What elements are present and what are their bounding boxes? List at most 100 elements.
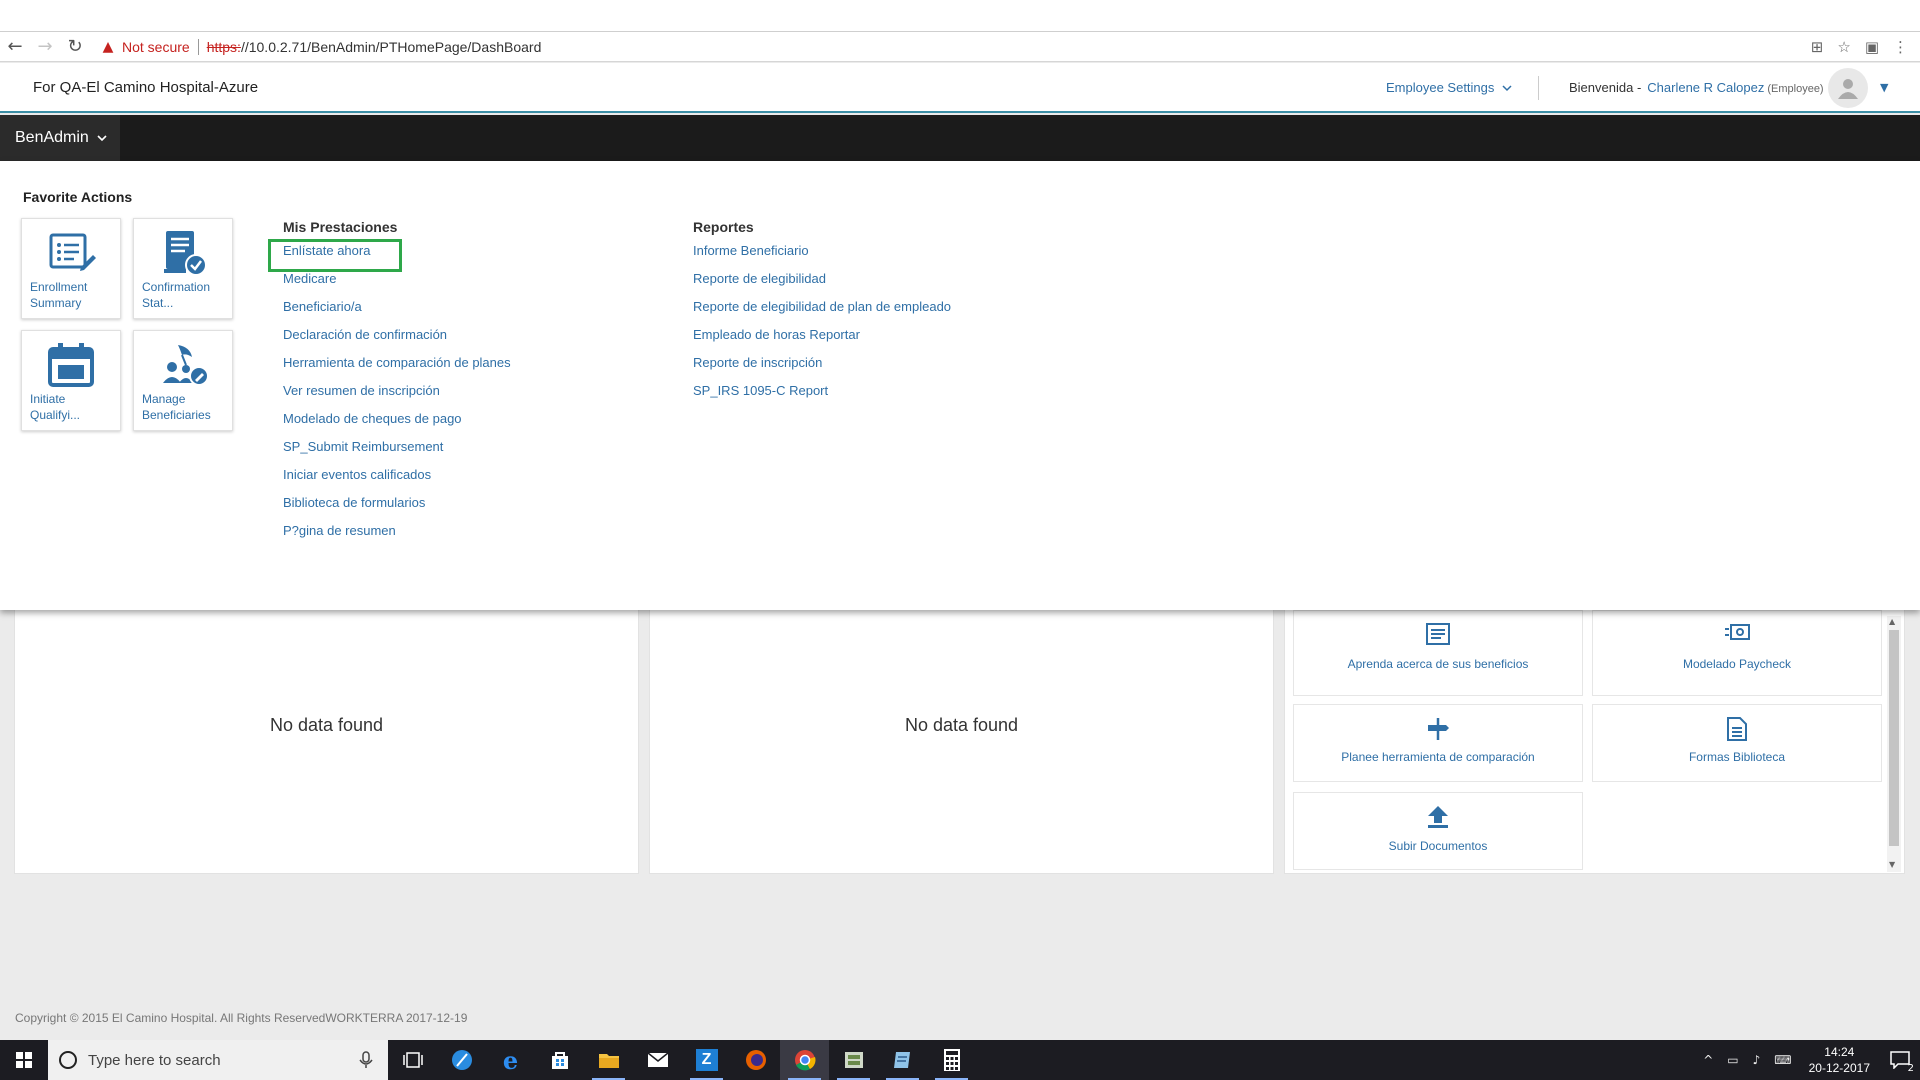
menu-link-declaracion-confirmacion[interactable]: Declaración de confirmación xyxy=(283,325,511,353)
welcome-prefix: Bienvenida - xyxy=(1569,80,1642,95)
main-navbar: BenAdmin xyxy=(0,115,1920,161)
chrome-icon[interactable] xyxy=(780,1040,829,1080)
volume-icon[interactable]: ♪ xyxy=(1753,1053,1761,1067)
file-explorer-icon[interactable] xyxy=(584,1040,633,1080)
menu-link-empleado-horas[interactable]: Empleado de horas Reportar xyxy=(693,325,951,353)
keyboard-icon[interactable]: ⌨ xyxy=(1774,1053,1791,1067)
forms-icon xyxy=(1727,717,1747,741)
reload-icon[interactable]: ↻ xyxy=(60,32,90,62)
bookmark-star-icon[interactable]: ☆ xyxy=(1837,38,1850,56)
menu-link-sp-irs-1095c[interactable]: SP_IRS 1095-C Report xyxy=(693,381,951,409)
avatar[interactable] xyxy=(1828,68,1868,108)
browser-menu-icon[interactable]: ⋮ xyxy=(1893,38,1908,56)
network-icon[interactable]: ▭ xyxy=(1727,1053,1738,1067)
quick-link-paycheck[interactable]: Modelado Paycheck xyxy=(1592,610,1882,696)
document-lines-icon xyxy=(1426,623,1450,645)
security-status[interactable]: Not secure xyxy=(122,39,190,55)
translate-icon[interactable]: ⊞ xyxy=(1811,38,1824,56)
benadmin-menu-button[interactable]: BenAdmin xyxy=(0,115,120,161)
calculator-icon[interactable] xyxy=(927,1040,976,1080)
firefox-icon[interactable] xyxy=(731,1040,780,1080)
menu-link-reporte-elegibilidad[interactable]: Reporte de elegibilidad xyxy=(693,269,951,297)
favorite-tile-enrollment-summary[interactable]: Enrollment Summary xyxy=(21,218,121,319)
taskbar-search-box[interactable]: Type here to search xyxy=(48,1040,388,1080)
taskbar-clock[interactable]: 14:24 20-12-2017 xyxy=(1809,1044,1870,1076)
confirmation-statement-icon xyxy=(164,231,207,276)
benadmin-mega-menu: Favorite Actions Enrollment Summary Confi… xyxy=(0,161,1920,610)
menu-link-beneficiario[interactable]: Beneficiario/a xyxy=(283,297,511,325)
scroll-down-icon[interactable]: ▼ xyxy=(1889,860,1895,869)
quick-link-forms-library[interactable]: Formas Biblioteca xyxy=(1592,704,1882,782)
notification-count: 2 xyxy=(1907,1063,1914,1074)
reportes-title: Reportes xyxy=(693,219,754,235)
upload-icon xyxy=(1428,806,1448,828)
money-icon xyxy=(1725,624,1750,640)
copyright-footer: Copyright © 2015 El Camino Hospital. All… xyxy=(15,1011,468,1025)
signpost-icon xyxy=(1428,718,1449,740)
favorite-actions-title: Favorite Actions xyxy=(23,189,133,205)
menu-link-pagina-resumen[interactable]: P?gina de resumen xyxy=(283,521,511,549)
quick-link-plan-comparison[interactable]: Planee herramienta de comparación xyxy=(1293,704,1583,782)
url-scheme: https: xyxy=(206,38,241,55)
menu-link-modelado-cheques[interactable]: Modelado de cheques de pago xyxy=(283,409,511,437)
windows-logo-icon xyxy=(16,1052,32,1068)
no-data-message: No data found xyxy=(904,715,1019,735)
user-name-link[interactable]: Charlene R Calopez xyxy=(1647,80,1764,95)
favorite-tile-label: Confirmation Stat... xyxy=(142,280,211,310)
menu-link-sp-submit-reimbursement[interactable]: SP_Submit Reimbursement xyxy=(283,437,511,465)
manage-beneficiaries-icon xyxy=(163,345,209,386)
show-hidden-icons-icon[interactable]: ^ xyxy=(1703,1053,1713,1067)
z-app-icon[interactable]: Z xyxy=(682,1040,731,1080)
store-icon[interactable] xyxy=(535,1040,584,1080)
warning-icon: ▲ xyxy=(102,38,114,55)
mail-icon[interactable] xyxy=(633,1040,682,1080)
back-icon[interactable]: ← xyxy=(0,32,30,62)
safari-compass-icon[interactable] xyxy=(437,1040,486,1080)
quick-link-upload-documents[interactable]: Subir Documentos xyxy=(1293,792,1583,870)
cabinet-app-icon[interactable] xyxy=(829,1040,878,1080)
task-view-icon[interactable] xyxy=(388,1040,437,1080)
system-tray: ^ ▭ ♪ ⌨ 14:24 20-12-2017 2 xyxy=(1696,1040,1920,1080)
user-role: (Employee) xyxy=(1767,83,1824,95)
mis-prestaciones-list: Enlístate ahora Medicare Beneficiario/a … xyxy=(283,241,511,549)
enrollment-summary-icon xyxy=(49,233,96,271)
start-button[interactable] xyxy=(0,1040,48,1080)
menu-link-reporte-elegibilidad-plan[interactable]: Reporte de elegibilidad de plan de emple… xyxy=(693,297,951,325)
url-omnibox[interactable]: ▲ Not secure https: //10.0.2.71/BenAdmin… xyxy=(100,34,1811,60)
menu-link-herramienta-comparacion[interactable]: Herramienta de comparación de planes xyxy=(283,353,511,381)
url-divider xyxy=(197,38,199,55)
quick-link-learn-benefits[interactable]: Aprenda acerca de sus beneficios xyxy=(1293,610,1583,696)
menu-link-iniciar-eventos[interactable]: Iniciar eventos calificados xyxy=(283,465,511,493)
menu-link-informe-beneficiario[interactable]: Informe Beneficiario xyxy=(693,241,951,269)
favorite-tile-label: Manage Beneficiaries xyxy=(142,392,211,422)
edge-browser-icon[interactable]: e xyxy=(486,1040,535,1080)
employee-settings-dropdown[interactable]: Employee Settings xyxy=(1386,80,1512,95)
user-menu-caret-icon[interactable]: ▼ xyxy=(1880,81,1888,94)
quick-link-label: Modelado Paycheck xyxy=(1682,657,1792,671)
favorite-tile-confirmation-statement[interactable]: Confirmation Stat... xyxy=(133,218,233,319)
favorite-tile-manage-beneficiaries[interactable]: Manage Beneficiaries xyxy=(133,330,233,431)
action-center-button[interactable]: 2 xyxy=(1880,1040,1920,1080)
menu-link-biblioteca-formularios[interactable]: Biblioteca de formularios xyxy=(283,493,511,521)
chevron-down-icon xyxy=(1502,84,1512,91)
search-placeholder: Type here to search xyxy=(88,1051,221,1069)
mis-prestaciones-title: Mis Prestaciones xyxy=(283,219,398,235)
extension-icon[interactable]: ▣ xyxy=(1865,38,1879,56)
notepad-icon[interactable] xyxy=(878,1040,927,1080)
highlight-box xyxy=(268,239,402,272)
clock-date: 20-12-2017 xyxy=(1808,1061,1870,1075)
menu-link-reporte-inscripcion[interactable]: Reporte de inscripción xyxy=(693,353,951,381)
favorite-tile-label: Enrollment Summary xyxy=(30,280,88,310)
app-header: For QA-El Camino Hospital-Azure Employee… xyxy=(0,63,1920,113)
quick-link-label: Planee herramienta de comparación xyxy=(1341,750,1535,764)
forward-icon[interactable]: → xyxy=(30,32,60,62)
menu-link-ver-resumen-inscripcion[interactable]: Ver resumen de inscripción xyxy=(283,381,511,409)
quick-link-label: Aprenda acerca de sus beneficios xyxy=(1347,657,1529,671)
header-divider xyxy=(1538,76,1539,100)
favorite-tile-initiate-qualifying[interactable]: Initiate Qualifyi... xyxy=(21,330,121,431)
scrollbar-thumb[interactable] xyxy=(1889,630,1899,846)
menu-link-medicare[interactable]: Medicare xyxy=(283,269,511,297)
browser-address-bar: ← → ↻ ▲ Not secure https: //10.0.2.71/Be… xyxy=(0,32,1920,62)
microphone-icon[interactable] xyxy=(356,1050,376,1070)
scroll-up-icon[interactable]: ▲ xyxy=(1889,617,1895,626)
